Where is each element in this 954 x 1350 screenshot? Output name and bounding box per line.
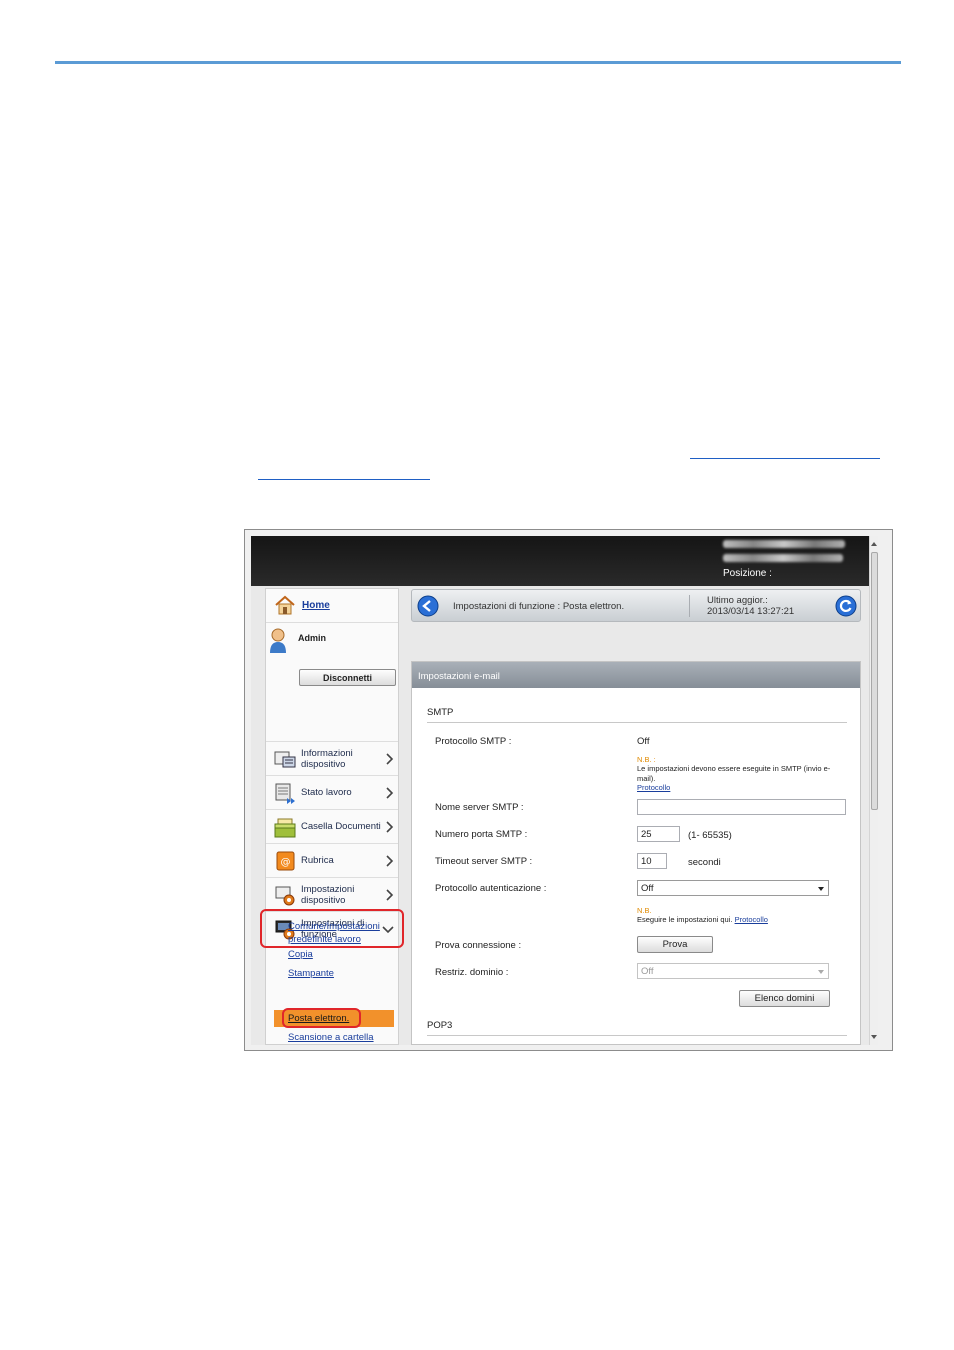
submenu-printer[interactable]: Stampante <box>288 968 398 981</box>
device-settings-icon <box>275 886 295 906</box>
redacted-text <box>723 540 845 548</box>
note-heading: N.B. <box>637 906 652 915</box>
smtp-port-input[interactable]: 25 <box>637 826 680 842</box>
last-update-time: 2013/03/14 13:27:21 <box>707 606 795 617</box>
divider <box>689 595 690 617</box>
app-header: Posizione : <box>251 536 878 586</box>
smtp-server-label: Nome server SMTP : <box>435 802 524 813</box>
header-rule <box>55 61 901 64</box>
domain-restriction-select[interactable]: Off <box>637 963 829 979</box>
redacted-text <box>723 554 843 562</box>
note-heading: N.B. : <box>637 755 656 764</box>
scroll-down-icon[interactable] <box>871 1035 877 1039</box>
vertical-scrollbar[interactable] <box>869 536 878 1045</box>
job-status-icon <box>275 783 295 804</box>
protocol-link[interactable]: Protocollo <box>637 783 670 792</box>
nav-item-job-status[interactable]: Stato lavoro <box>266 775 398 809</box>
timeout-unit: secondi <box>688 857 721 868</box>
divider <box>427 722 847 723</box>
position-label: Posizione : <box>723 568 772 579</box>
document-link-underline[interactable] <box>690 458 880 459</box>
chevron-right-icon <box>386 787 394 799</box>
nav-item-device-settings[interactable]: Impostazioni dispositivo <box>266 877 398 911</box>
connection-test-label: Prova connessione : <box>435 940 522 951</box>
smtp-timeout-label: Timeout server SMTP : <box>435 856 533 867</box>
nav-item-label: Informazioni dispositivo <box>301 748 353 770</box>
nav-item-label: Impostazioni dispositivo <box>301 884 355 906</box>
nav-item-document-box[interactable]: Casella Documenti <box>266 809 398 843</box>
smtp-protocol-label: Protocollo SMTP : <box>435 736 512 747</box>
section-smtp: SMTP <box>427 707 454 718</box>
refresh-icon[interactable] <box>835 595 857 617</box>
chevron-right-icon <box>386 889 394 901</box>
browser-viewport: Posizione : Home Admin Disconnetti Infor… <box>251 536 878 1045</box>
nav-item-address-book[interactable]: @ Rubrica <box>266 843 398 877</box>
home-icon <box>275 595 295 615</box>
divider <box>427 1035 847 1036</box>
email-settings-panel: Impostazioni e-mail SMTP Protocollo SMTP… <box>411 661 861 1045</box>
breadcrumb: Impostazioni di funzione : Posta elettro… <box>411 589 861 622</box>
user-section: Admin Disconnetti <box>266 623 398 713</box>
panel-title: Impostazioni e-mail <box>412 662 860 688</box>
note-body: Eseguire le impostazioni qui. <box>637 915 733 924</box>
dropdown-arrow-icon <box>818 970 824 974</box>
nav-item-label: Casella Documenti <box>301 821 381 832</box>
submenu-copy[interactable]: Copia <box>288 949 398 962</box>
scroll-up-icon[interactable] <box>871 542 877 546</box>
home-row[interactable]: Home <box>266 589 398 623</box>
smtp-timeout-input[interactable]: 10 <box>637 853 667 869</box>
domain-list-button[interactable]: Elenco domini <box>739 990 830 1007</box>
last-update-label: Ultimo aggior.: <box>707 595 768 606</box>
app-body: Home Admin Disconnetti Informazioni disp… <box>251 586 878 1045</box>
auth-protocol-select[interactable]: Off <box>637 880 829 896</box>
auth-protocol-label: Protocollo autenticazione : <box>435 883 547 894</box>
highlight-box <box>282 1008 361 1028</box>
screenshot-frame: Posizione : Home Admin Disconnetti Infor… <box>244 529 893 1051</box>
select-value: Off <box>641 966 654 977</box>
logout-button[interactable]: Disconnetti <box>299 669 396 686</box>
submenu-common-defaults[interactable]: Comune/Impostazioni predefinite lavoro <box>288 921 398 946</box>
chevron-right-icon <box>386 855 394 867</box>
port-range: (1- 65535) <box>688 830 732 841</box>
document-box-icon <box>274 818 296 838</box>
nav-item-label: Stato lavoro <box>301 787 352 798</box>
smtp-protocol-value: Off <box>637 736 650 747</box>
nav-item-device-info[interactable]: Informazioni dispositivo <box>266 741 398 775</box>
user-icon <box>270 628 286 653</box>
smtp-port-label: Numero porta SMTP : <box>435 829 528 840</box>
select-value: Off <box>641 883 654 894</box>
chevron-right-icon <box>386 753 394 765</box>
user-name: Admin <box>298 633 326 643</box>
submenu: Comune/Impostazioni predefinite lavoro C… <box>266 921 398 980</box>
chevron-right-icon <box>386 821 394 833</box>
protocol-link[interactable]: Protocollo <box>735 915 768 924</box>
svg-text:@: @ <box>281 857 291 868</box>
section-pop3: POP3 <box>427 1020 453 1031</box>
note-text: Le impostazioni devono essere eseguite i… <box>637 764 847 793</box>
nav-item-label: Rubrica <box>301 855 334 866</box>
scrollbar-thumb[interactable] <box>871 552 878 810</box>
document-link-underline[interactable] <box>258 479 430 480</box>
device-info-icon <box>274 751 296 768</box>
sidebar: Home Admin Disconnetti Informazioni disp… <box>260 588 404 1045</box>
test-button[interactable]: Prova <box>637 936 713 953</box>
dropdown-arrow-icon <box>818 887 824 891</box>
domain-restriction-label: Restriz. dominio : <box>435 967 509 978</box>
breadcrumb-path: Impostazioni di funzione : Posta elettro… <box>453 601 625 612</box>
address-book-icon: @ <box>276 851 295 871</box>
home-link[interactable]: Home <box>302 600 330 611</box>
note-body: Le impostazioni devono essere eseguite i… <box>637 764 831 783</box>
note-text: Eseguire le impostazioni qui. Protocollo <box>637 915 847 925</box>
submenu-scan-to-folder[interactable]: Scansione a cartella <box>288 1032 374 1043</box>
smtp-server-input[interactable] <box>637 799 846 815</box>
back-arrow-icon[interactable] <box>417 595 439 617</box>
